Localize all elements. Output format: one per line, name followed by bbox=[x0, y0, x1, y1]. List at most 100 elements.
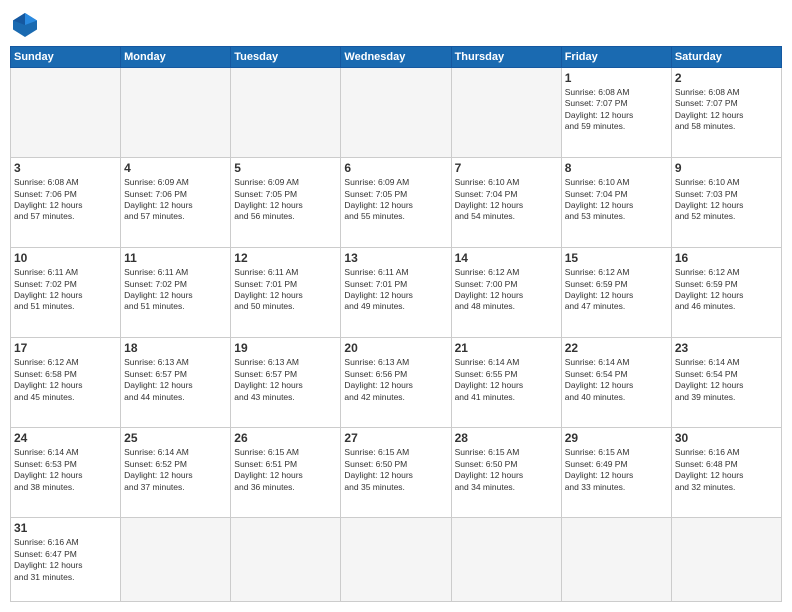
calendar-cell: 8 Sunrise: 6:10 AM Sunset: 7:04 PM Daylig… bbox=[561, 158, 671, 248]
calendar-cell: 5 Sunrise: 6:09 AM Sunset: 7:05 PM Daylig… bbox=[231, 158, 341, 248]
day-number: 7 bbox=[455, 161, 558, 175]
day-info: Sunrise: 6:11 AM Sunset: 7:02 PM Dayligh… bbox=[124, 267, 227, 313]
day-info: Sunrise: 6:14 AM Sunset: 6:54 PM Dayligh… bbox=[565, 357, 668, 403]
day-number: 25 bbox=[124, 431, 227, 445]
day-info: Sunrise: 6:14 AM Sunset: 6:54 PM Dayligh… bbox=[675, 357, 778, 403]
day-number: 31 bbox=[14, 521, 117, 535]
calendar-cell bbox=[451, 518, 561, 602]
calendar-cell: 21 Sunrise: 6:14 AM Sunset: 6:55 PM Dayli… bbox=[451, 338, 561, 428]
weekday-header-thursday: Thursday bbox=[451, 47, 561, 68]
calendar-cell: 10Sunrise: 6:11 AM Sunset: 7:02 PM Dayli… bbox=[11, 248, 121, 338]
day-number: 22 bbox=[565, 341, 668, 355]
weekday-header-friday: Friday bbox=[561, 47, 671, 68]
calendar-cell bbox=[451, 68, 561, 158]
day-number: 6 bbox=[344, 161, 447, 175]
day-info: Sunrise: 6:09 AM Sunset: 7:05 PM Dayligh… bbox=[234, 177, 337, 223]
calendar-cell: 29 Sunrise: 6:15 AM Sunset: 6:49 PM Dayli… bbox=[561, 428, 671, 518]
day-number: 17 bbox=[14, 341, 117, 355]
calendar-cell: 30 Sunrise: 6:16 AM Sunset: 6:48 PM Dayli… bbox=[671, 428, 781, 518]
day-number: 5 bbox=[234, 161, 337, 175]
day-info: Sunrise: 6:12 AM Sunset: 6:59 PM Dayligh… bbox=[565, 267, 668, 313]
calendar-cell bbox=[341, 68, 451, 158]
weekday-header-monday: Monday bbox=[121, 47, 231, 68]
calendar-cell: 7 Sunrise: 6:10 AM Sunset: 7:04 PM Daylig… bbox=[451, 158, 561, 248]
calendar-cell: 28Sunrise: 6:15 AM Sunset: 6:50 PM Dayli… bbox=[451, 428, 561, 518]
day-number: 29 bbox=[565, 431, 668, 445]
day-number: 30 bbox=[675, 431, 778, 445]
day-number: 24 bbox=[14, 431, 117, 445]
day-number: 19 bbox=[234, 341, 337, 355]
calendar-cell bbox=[121, 518, 231, 602]
day-info: Sunrise: 6:11 AM Sunset: 7:01 PM Dayligh… bbox=[234, 267, 337, 313]
calendar-cell: 31 Sunrise: 6:16 AM Sunset: 6:47 PM Dayli… bbox=[11, 518, 121, 602]
logo bbox=[10, 10, 44, 40]
calendar-cell: 13Sunrise: 6:11 AM Sunset: 7:01 PM Dayli… bbox=[341, 248, 451, 338]
calendar-cell: 1 Sunrise: 6:08 AM Sunset: 7:07 PM Daylig… bbox=[561, 68, 671, 158]
calendar-week-row: 10Sunrise: 6:11 AM Sunset: 7:02 PM Dayli… bbox=[11, 248, 782, 338]
day-info: Sunrise: 6:14 AM Sunset: 6:52 PM Dayligh… bbox=[124, 447, 227, 493]
day-number: 15 bbox=[565, 251, 668, 265]
day-number: 27 bbox=[344, 431, 447, 445]
calendar-cell: 27Sunrise: 6:15 AM Sunset: 6:50 PM Dayli… bbox=[341, 428, 451, 518]
calendar-cell: 26Sunrise: 6:15 AM Sunset: 6:51 PM Dayli… bbox=[231, 428, 341, 518]
day-number: 3 bbox=[14, 161, 117, 175]
calendar-cell: 20 Sunrise: 6:13 AM Sunset: 6:56 PM Dayli… bbox=[341, 338, 451, 428]
weekday-header-row: SundayMondayTuesdayWednesdayThursdayFrid… bbox=[11, 47, 782, 68]
day-info: Sunrise: 6:13 AM Sunset: 6:57 PM Dayligh… bbox=[124, 357, 227, 403]
page: SundayMondayTuesdayWednesdayThursdayFrid… bbox=[0, 0, 792, 612]
calendar-cell: 22 Sunrise: 6:14 AM Sunset: 6:54 PM Dayli… bbox=[561, 338, 671, 428]
day-info: Sunrise: 6:10 AM Sunset: 7:03 PM Dayligh… bbox=[675, 177, 778, 223]
day-info: Sunrise: 6:15 AM Sunset: 6:50 PM Dayligh… bbox=[455, 447, 558, 493]
header bbox=[10, 10, 782, 40]
day-info: Sunrise: 6:12 AM Sunset: 6:59 PM Dayligh… bbox=[675, 267, 778, 313]
day-info: Sunrise: 6:10 AM Sunset: 7:04 PM Dayligh… bbox=[455, 177, 558, 223]
day-info: Sunrise: 6:09 AM Sunset: 7:05 PM Dayligh… bbox=[344, 177, 447, 223]
day-info: Sunrise: 6:09 AM Sunset: 7:06 PM Dayligh… bbox=[124, 177, 227, 223]
calendar-cell: 9 Sunrise: 6:10 AM Sunset: 7:03 PM Daylig… bbox=[671, 158, 781, 248]
calendar-cell: 3 Sunrise: 6:08 AM Sunset: 7:06 PM Daylig… bbox=[11, 158, 121, 248]
calendar-cell: 24 Sunrise: 6:14 AM Sunset: 6:53 PM Dayli… bbox=[11, 428, 121, 518]
day-info: Sunrise: 6:12 AM Sunset: 7:00 PM Dayligh… bbox=[455, 267, 558, 313]
calendar-cell bbox=[671, 518, 781, 602]
calendar-week-row: 24 Sunrise: 6:14 AM Sunset: 6:53 PM Dayli… bbox=[11, 428, 782, 518]
day-number: 4 bbox=[124, 161, 227, 175]
calendar-cell: 12Sunrise: 6:11 AM Sunset: 7:01 PM Dayli… bbox=[231, 248, 341, 338]
day-number: 23 bbox=[675, 341, 778, 355]
day-number: 14 bbox=[455, 251, 558, 265]
day-number: 1 bbox=[565, 71, 668, 85]
logo-icon bbox=[10, 10, 40, 40]
calendar-week-row: 1 Sunrise: 6:08 AM Sunset: 7:07 PM Daylig… bbox=[11, 68, 782, 158]
calendar-cell: 14 Sunrise: 6:12 AM Sunset: 7:00 PM Dayli… bbox=[451, 248, 561, 338]
calendar-cell bbox=[231, 68, 341, 158]
day-number: 16 bbox=[675, 251, 778, 265]
day-info: Sunrise: 6:12 AM Sunset: 6:58 PM Dayligh… bbox=[14, 357, 117, 403]
day-number: 2 bbox=[675, 71, 778, 85]
calendar-cell bbox=[231, 518, 341, 602]
day-info: Sunrise: 6:08 AM Sunset: 7:07 PM Dayligh… bbox=[675, 87, 778, 133]
day-info: Sunrise: 6:10 AM Sunset: 7:04 PM Dayligh… bbox=[565, 177, 668, 223]
day-info: Sunrise: 6:08 AM Sunset: 7:07 PM Dayligh… bbox=[565, 87, 668, 133]
day-info: Sunrise: 6:08 AM Sunset: 7:06 PM Dayligh… bbox=[14, 177, 117, 223]
day-number: 21 bbox=[455, 341, 558, 355]
day-info: Sunrise: 6:16 AM Sunset: 6:47 PM Dayligh… bbox=[14, 537, 117, 583]
day-info: Sunrise: 6:15 AM Sunset: 6:49 PM Dayligh… bbox=[565, 447, 668, 493]
day-info: Sunrise: 6:14 AM Sunset: 6:55 PM Dayligh… bbox=[455, 357, 558, 403]
calendar-cell: 11 Sunrise: 6:11 AM Sunset: 7:02 PM Dayli… bbox=[121, 248, 231, 338]
day-number: 20 bbox=[344, 341, 447, 355]
day-info: Sunrise: 6:14 AM Sunset: 6:53 PM Dayligh… bbox=[14, 447, 117, 493]
day-info: Sunrise: 6:13 AM Sunset: 6:57 PM Dayligh… bbox=[234, 357, 337, 403]
calendar-cell: 2 Sunrise: 6:08 AM Sunset: 7:07 PM Daylig… bbox=[671, 68, 781, 158]
weekday-header-sunday: Sunday bbox=[11, 47, 121, 68]
day-info: Sunrise: 6:16 AM Sunset: 6:48 PM Dayligh… bbox=[675, 447, 778, 493]
calendar-cell bbox=[341, 518, 451, 602]
weekday-header-saturday: Saturday bbox=[671, 47, 781, 68]
day-info: Sunrise: 6:11 AM Sunset: 7:02 PM Dayligh… bbox=[14, 267, 117, 313]
day-number: 8 bbox=[565, 161, 668, 175]
calendar-cell: 16 Sunrise: 6:12 AM Sunset: 6:59 PM Dayli… bbox=[671, 248, 781, 338]
calendar-week-row: 17 Sunrise: 6:12 AM Sunset: 6:58 PM Dayli… bbox=[11, 338, 782, 428]
calendar-table: SundayMondayTuesdayWednesdayThursdayFrid… bbox=[10, 46, 782, 602]
day-info: Sunrise: 6:13 AM Sunset: 6:56 PM Dayligh… bbox=[344, 357, 447, 403]
day-number: 9 bbox=[675, 161, 778, 175]
calendar-cell: 18Sunrise: 6:13 AM Sunset: 6:57 PM Dayli… bbox=[121, 338, 231, 428]
day-number: 11 bbox=[124, 251, 227, 265]
